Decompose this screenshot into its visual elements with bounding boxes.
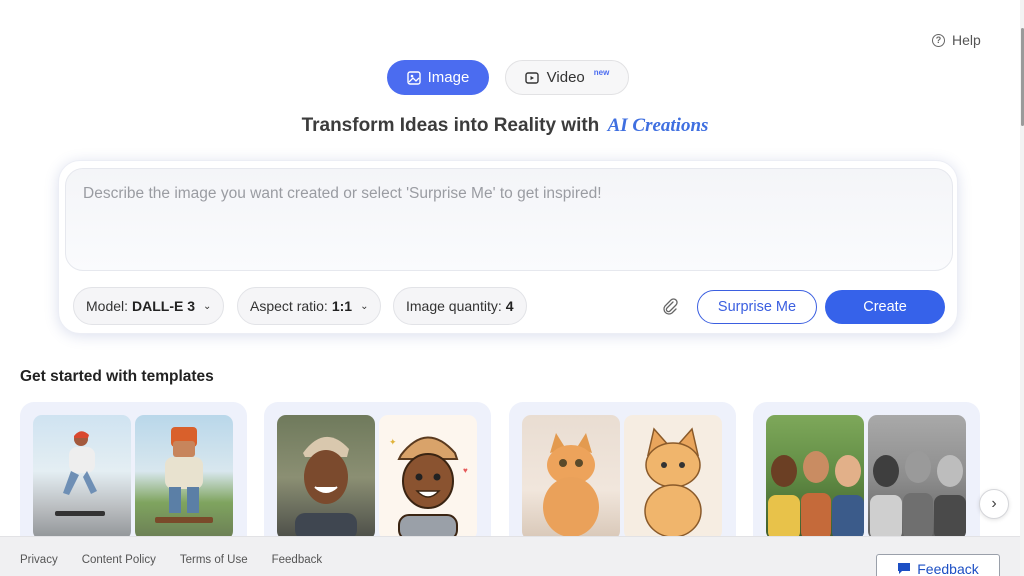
footer-link-feedback[interactable]: Feedback [272,554,323,566]
template-image-portrait-photo [277,415,375,540]
paperclip-icon[interactable] [661,297,679,315]
image-icon [406,70,421,85]
chat-icon [898,563,911,574]
prompt-input[interactable] [83,185,935,254]
feedback-button-label: Feedback [917,561,979,576]
model-value: DALL-E 3 [132,298,196,314]
template-image-portrait-sticker: ✦ ♥ [379,415,477,540]
svg-text:♥: ♥ [463,466,468,475]
tab-image-label: Image [427,69,470,86]
carousel-next-button[interactable]: › [979,489,1009,519]
video-icon [524,71,539,84]
tab-video[interactable]: Video new [505,60,629,95]
template-image-group-bw [868,415,966,540]
template-image-skater-3d [135,415,233,540]
template-image-group-color [766,415,864,540]
prompt-card: Model: DALL-E 3 ⌄ Aspect ratio: 1:1 ⌄ Im… [58,160,958,334]
help-link[interactable]: ? Help [932,32,981,48]
page-headline: Transform Ideas into Reality with AI Cre… [0,115,1010,137]
footer: Privacy Content Policy Terms of Use Feed… [0,536,1020,576]
new-badge: new [593,68,610,77]
aspect-value: 1:1 [331,298,353,314]
prompt-box[interactable] [65,168,953,271]
headline-accent: AI Creations [607,115,709,136]
model-label: Model: [86,298,129,314]
aspect-ratio-select[interactable]: Aspect ratio: 1:1 ⌄ [237,287,382,325]
svg-text:✦: ✦ [389,437,397,447]
template-card[interactable]: ✦ ♥ [264,402,491,552]
footer-link-terms[interactable]: Terms of Use [180,554,248,566]
create-button[interactable]: Create [825,290,945,324]
templates-title: Get started with templates [20,368,214,385]
footer-link-content-policy[interactable]: Content Policy [82,554,156,566]
help-icon: ? [932,33,945,47]
template-card[interactable] [753,402,980,552]
image-quantity-select[interactable]: Image quantity: 4 [393,287,527,325]
model-select[interactable]: Model: DALL-E 3 ⌄ [73,287,225,325]
template-image-skater-photo [33,415,131,540]
chevron-right-icon: › [991,495,997,512]
tab-video-label: Video [546,69,585,86]
mode-tabs: Image Video new [387,60,629,95]
footer-link-privacy[interactable]: Privacy [20,554,58,566]
template-image-kitten-cartoon [624,415,722,540]
chevron-down-icon: ⌄ [203,300,212,312]
help-label: Help [952,32,981,48]
quantity-label: Image quantity: [406,298,502,314]
surprise-me-button[interactable]: Surprise Me [697,290,817,324]
template-card[interactable] [20,402,247,552]
headline-text: Transform Ideas into Reality with [301,115,600,136]
aspect-label: Aspect ratio: [250,298,328,314]
template-image-kitten-photo [522,415,620,540]
footer-links: Privacy Content Policy Terms of Use Feed… [20,554,322,566]
tab-image[interactable]: Image [387,60,489,95]
quantity-value: 4 [505,298,514,314]
feedback-button[interactable]: Feedback [876,554,1000,576]
chevron-down-icon: ⌄ [360,300,369,312]
template-card[interactable] [509,402,736,552]
